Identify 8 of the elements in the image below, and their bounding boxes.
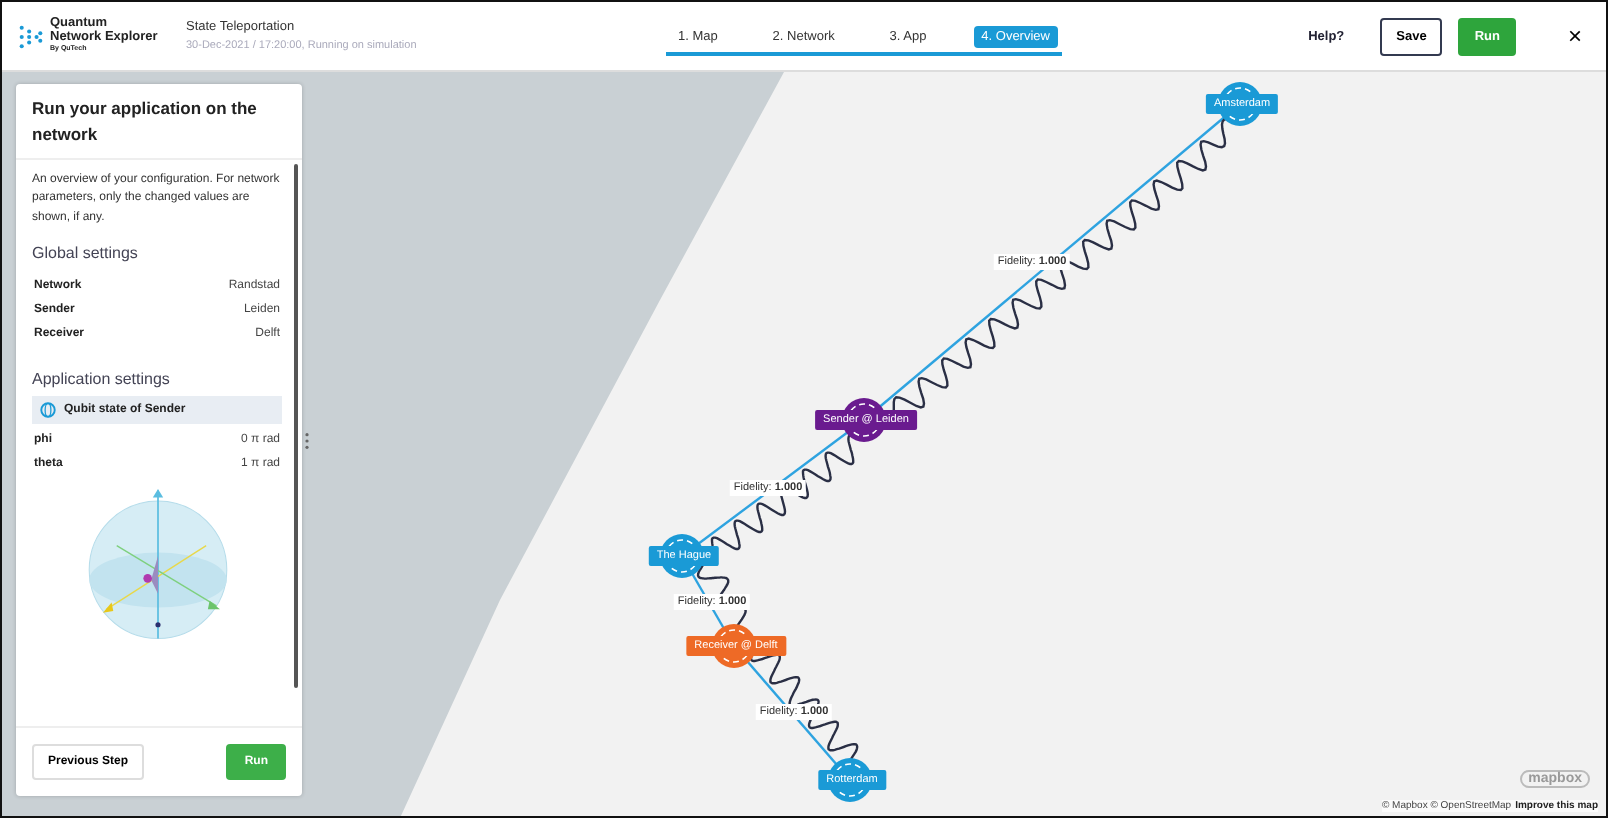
- panel-title: Run your application on the network: [16, 84, 302, 159]
- section-heading: Application settings: [32, 370, 172, 389]
- section-heading: Global settings: [32, 244, 140, 263]
- drag-handle-icon[interactable]: [304, 432, 310, 450]
- globe-icon: [40, 402, 56, 419]
- logo-icon: [18, 23, 44, 49]
- close-button[interactable]: ×: [1559, 22, 1590, 50]
- scrollbar[interactable]: [294, 164, 298, 688]
